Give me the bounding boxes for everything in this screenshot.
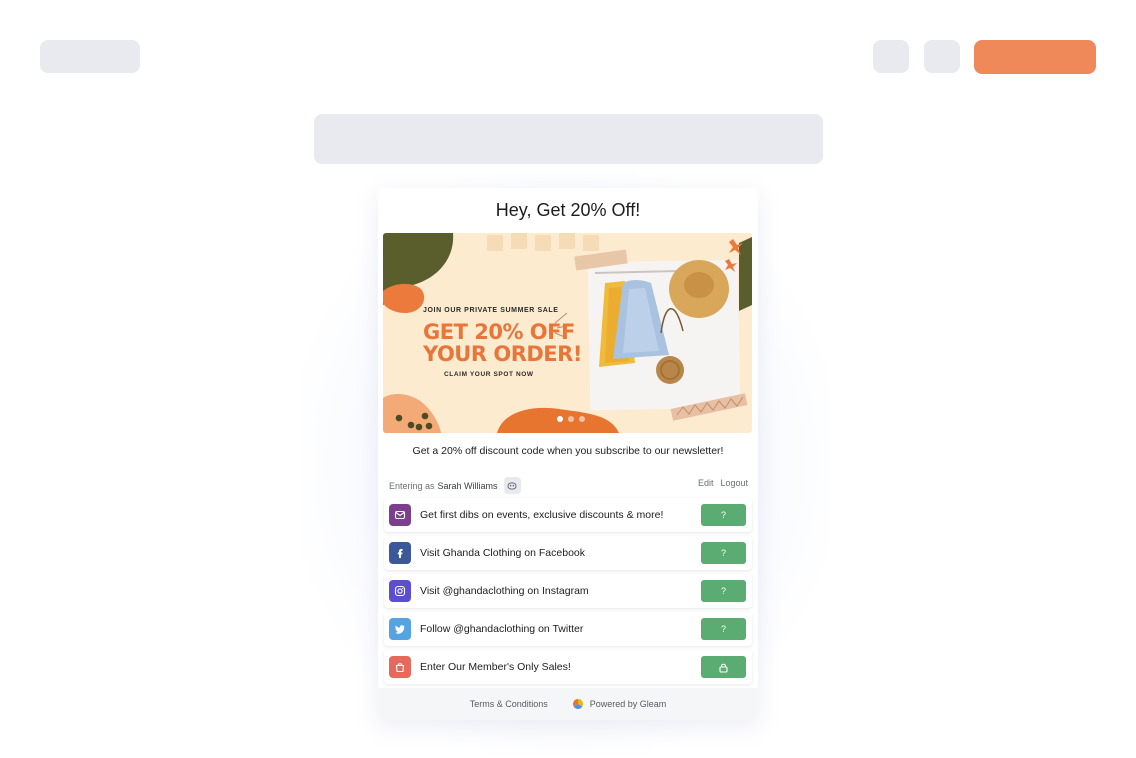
nav-icon-button-2[interactable] xyxy=(924,40,960,73)
banner-headline: GET 20% OFF YOUR ORDER! xyxy=(423,321,582,365)
entry-twitter[interactable]: Follow @ghandaclothing on Twitter ? xyxy=(384,612,752,646)
terms-link[interactable]: Terms & Conditions xyxy=(470,699,548,709)
competition-widget: Hey, Get 20% Off! JOIN OUR PRIVATE SUMME… xyxy=(378,188,758,720)
entering-prefix: Entering as xyxy=(389,480,435,491)
mail-icon xyxy=(389,504,411,526)
shopping-bag-icon xyxy=(389,656,411,678)
entry-locked-button[interactable] xyxy=(701,656,746,678)
primary-cta-button[interactable] xyxy=(974,40,1096,74)
banner-subheading: JOIN OUR PRIVATE SUMMER SALE xyxy=(423,307,559,314)
heading-placeholder xyxy=(314,114,823,164)
twitter-icon xyxy=(389,618,411,640)
mask-icon[interactable] xyxy=(503,477,521,494)
widget-footer: Terms & Conditions Powered by Gleam xyxy=(378,688,758,720)
entry-facebook[interactable]: Visit Ghanda Clothing on Facebook ? xyxy=(384,536,752,570)
entry-email-signup[interactable]: Get first dibs on events, exclusive disc… xyxy=(384,498,752,532)
entry-action-button[interactable]: ? xyxy=(701,542,746,564)
gleam-logo-icon xyxy=(572,699,583,709)
entry-action-button[interactable]: ? xyxy=(701,618,746,640)
widget-title: Hey, Get 20% Off! xyxy=(495,200,641,220)
entrant-info: Entering as Sarah Williams xyxy=(389,477,521,494)
entry-label: Visit Ghanda Clothing on Facebook xyxy=(420,547,585,559)
widget-description: Get a 20% off discount code when you sub… xyxy=(412,445,724,457)
entry-action-button[interactable]: ? xyxy=(701,580,746,602)
entry-instagram[interactable]: Visit @ghandaclothing on Instagram ? xyxy=(384,574,752,608)
entry-label: Visit @ghandaclothing on Instagram xyxy=(420,585,589,597)
carousel-dot[interactable] xyxy=(568,416,574,422)
entry-list: Get first dibs on events, exclusive disc… xyxy=(384,498,752,688)
lock-icon xyxy=(719,663,728,673)
instagram-icon xyxy=(389,580,411,602)
entry-label: Get first dibs on events, exclusive disc… xyxy=(420,509,664,521)
powered-by-label: Powered by Gleam xyxy=(589,699,667,709)
edit-link[interactable]: Edit xyxy=(698,478,714,488)
banner-headline-line1: GET 20% OFF xyxy=(423,320,575,344)
nav-icon-button-1[interactable] xyxy=(873,40,909,73)
account-links: Edit Logout xyxy=(698,478,748,488)
entry-label: Enter Our Member's Only Sales! xyxy=(420,661,571,673)
carousel-dots xyxy=(557,416,585,422)
entry-members-sale[interactable]: Enter Our Member's Only Sales! xyxy=(384,650,752,684)
powered-by-link[interactable]: Powered by Gleam xyxy=(572,698,667,710)
promo-banner[interactable]: JOIN OUR PRIVATE SUMMER SALE GET 20% OFF… xyxy=(383,233,752,433)
banner-footer-text: CLAIM YOUR SPOT NOW xyxy=(444,371,534,378)
entrant-name: Sarah Williams xyxy=(437,480,498,491)
facebook-icon xyxy=(389,542,411,564)
entry-action-button[interactable]: ? xyxy=(701,504,746,526)
carousel-dot[interactable] xyxy=(557,416,563,422)
logout-link[interactable]: Logout xyxy=(720,478,748,488)
logo-placeholder xyxy=(40,40,140,73)
banner-headline-line2: YOUR ORDER! xyxy=(423,342,582,366)
carousel-dot[interactable] xyxy=(579,416,585,422)
entry-label: Follow @ghandaclothing on Twitter xyxy=(420,623,584,635)
